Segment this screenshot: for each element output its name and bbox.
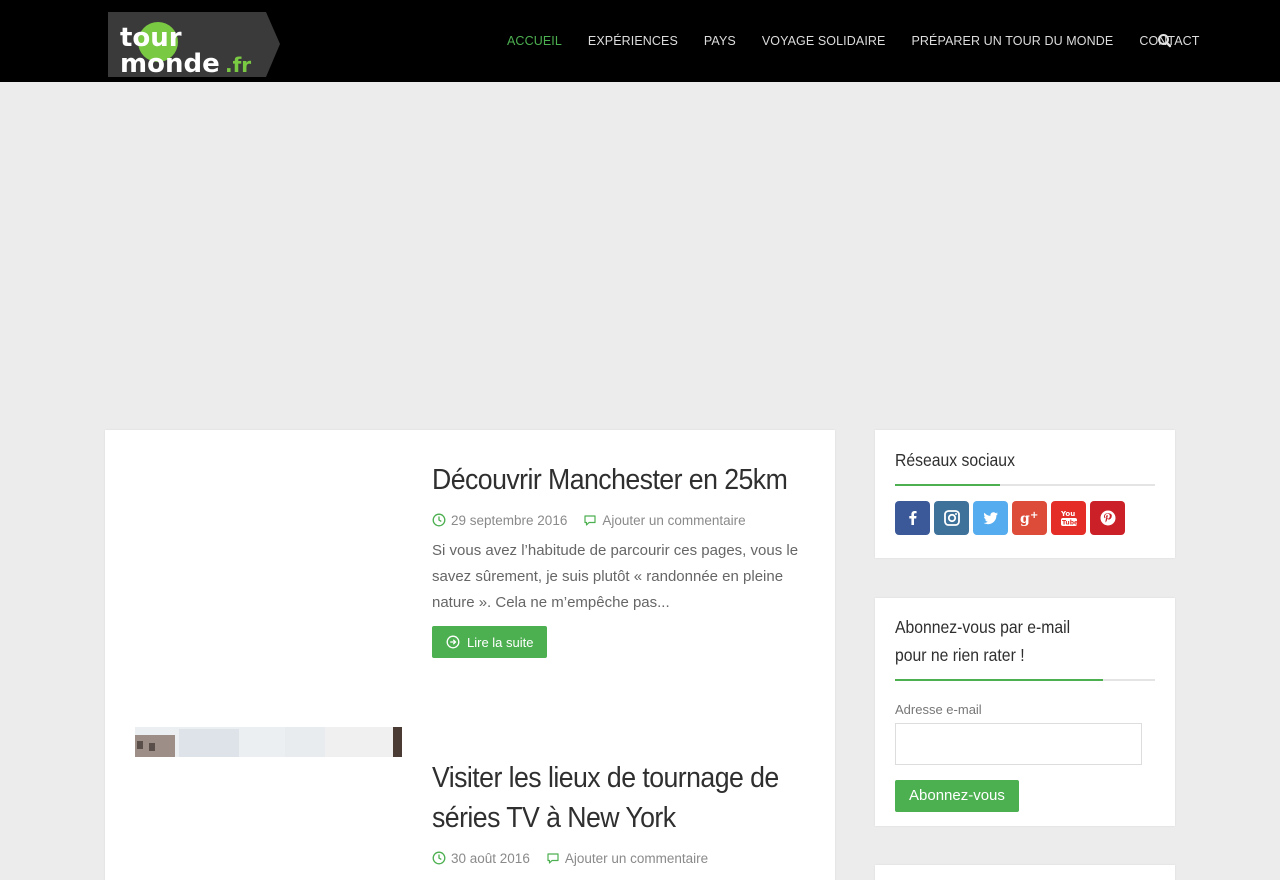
svg-text:You: You: [1060, 510, 1075, 518]
post-meta: 29 septembre 2016 Ajouter un commentaire: [432, 510, 832, 530]
arrow-circle-icon: [446, 635, 460, 649]
social-icons: g + You Tube: [895, 501, 1155, 535]
social-widget: Réseaux sociaux g + You Tube: [875, 430, 1175, 558]
google-plus-icon[interactable]: g +: [1012, 501, 1047, 535]
svg-text:Tube: Tube: [1062, 520, 1078, 527]
widget-title: Réseaux sociaux: [895, 450, 1015, 470]
email-label: Adresse e-mail: [895, 702, 982, 717]
nav-item-pays[interactable]: PAYS: [691, 0, 749, 82]
read-more-label: Lire la suite: [467, 634, 534, 650]
widget-title: Abonnez-vous par e-mail pour ne rien rat…: [895, 613, 1129, 669]
nav-item-preparer[interactable]: PRÉPARER UN TOUR DU MONDE: [898, 0, 1126, 82]
nav-item-accueil[interactable]: ACCUEIL: [494, 0, 575, 82]
pinterest-icon[interactable]: [1090, 501, 1125, 535]
post-date[interactable]: 29 septembre 2016: [451, 513, 567, 528]
subscribe-widget: Abonnez-vous par e-mail pour ne rien rat…: [875, 598, 1175, 826]
nav-item-voyage-solidaire[interactable]: VOYAGE SOLIDAIRE: [749, 0, 899, 82]
top-navbar: tour monde .fr ACCUEIL EXPÉRIENCES PAYS …: [0, 0, 1280, 82]
post-list: Découvrir Manchester en 25km 29 septembr…: [105, 430, 835, 880]
widget-divider: [895, 679, 1155, 681]
post-item: Découvrir Manchester en 25km 29 septembr…: [432, 460, 832, 658]
comment-icon: [546, 851, 560, 865]
subscribe-button[interactable]: Abonnez-vous: [895, 780, 1019, 812]
svg-text:+: +: [1030, 510, 1038, 521]
read-more-button[interactable]: Lire la suite: [432, 626, 548, 658]
svg-text:g: g: [1020, 511, 1030, 527]
instagram-icon[interactable]: [934, 501, 969, 535]
widget-title-line1: Abonnez-vous par e-mail: [895, 617, 1071, 637]
twitter-icon[interactable]: [973, 501, 1008, 535]
post-comments-link[interactable]: Ajouter un commentaire: [565, 851, 708, 866]
ad-space: [0, 82, 1280, 412]
youtube-icon[interactable]: You Tube: [1051, 501, 1086, 535]
clock-icon: [432, 513, 446, 527]
widget-divider: [895, 484, 1155, 486]
post-item: Visiter les lieux de tournage de séries …: [432, 758, 832, 868]
comment-icon: [583, 513, 597, 527]
facebook-icon[interactable]: [895, 501, 930, 535]
nav-item-experiences[interactable]: EXPÉRIENCES: [575, 0, 691, 82]
clock-icon: [432, 851, 446, 865]
post-title[interactable]: Découvrir Manchester en 25km: [432, 460, 800, 500]
post-thumbnail[interactable]: [135, 727, 402, 757]
post-title[interactable]: Visiter les lieux de tournage de séries …: [432, 758, 800, 838]
widget-title-line2: pour ne rien rater !: [895, 645, 1025, 665]
post-excerpt: Si vous avez l’habitude de parcourir ces…: [432, 542, 799, 611]
email-field[interactable]: [895, 723, 1142, 765]
search-icon[interactable]: [1156, 32, 1174, 50]
post-meta: 30 août 2016 Ajouter un commentaire: [432, 848, 832, 868]
svg-text:monde: monde: [120, 49, 220, 77]
post-date[interactable]: 30 août 2016: [451, 851, 530, 866]
post-comments-link[interactable]: Ajouter un commentaire: [602, 513, 745, 528]
svg-text:.fr: .fr: [225, 53, 251, 77]
main-nav: ACCUEIL EXPÉRIENCES PAYS VOYAGE SOLIDAIR…: [494, 0, 1213, 82]
site-logo[interactable]: tour monde .fr: [108, 12, 280, 77]
sidebar-widget: [875, 865, 1175, 880]
